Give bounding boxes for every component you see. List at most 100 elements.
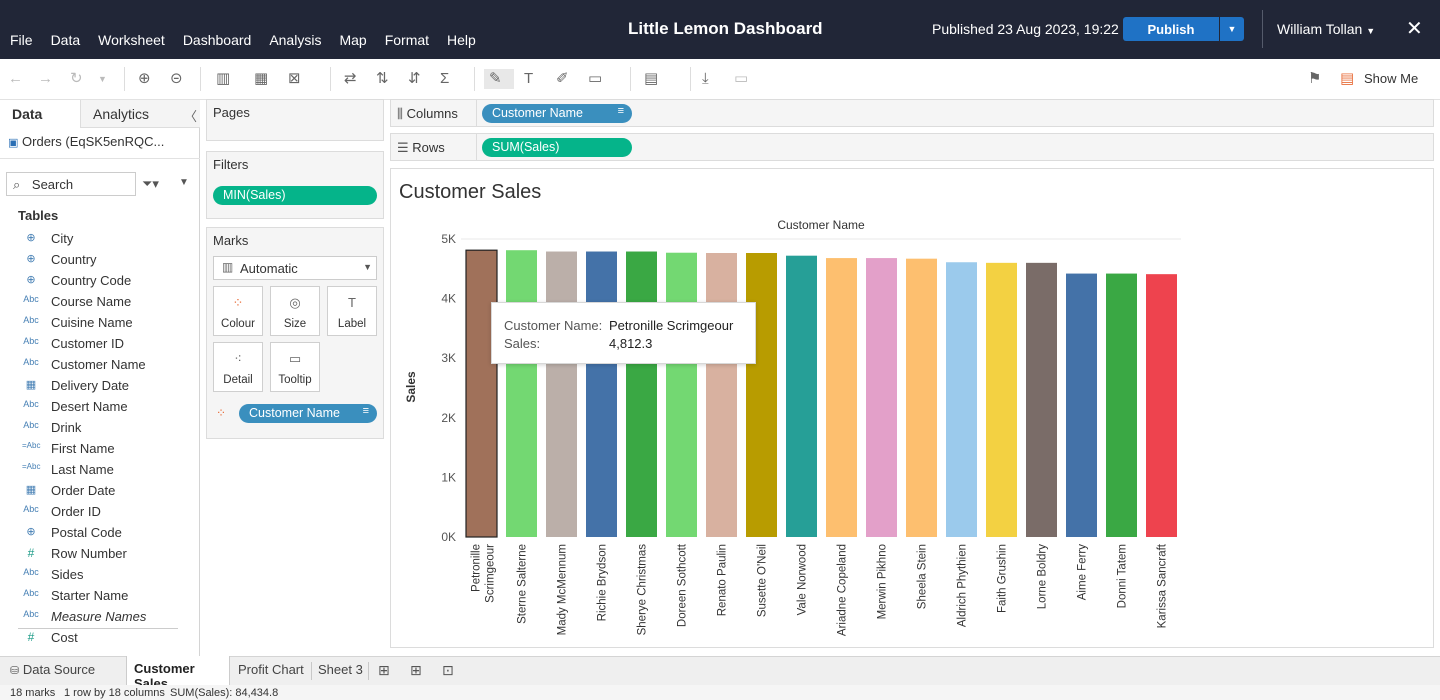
menu-map[interactable]: Map [339, 32, 366, 48]
field-item[interactable]: Abc Customer Name [0, 354, 199, 375]
marks-pill-customer-name[interactable]: Customer Name ≡ [239, 404, 377, 423]
datasource-item[interactable]: ▣ Orders (EqSK5enRQC... [8, 134, 164, 149]
rows-shelf[interactable]: ☰ Rows SUM(Sales) [390, 133, 1434, 161]
field-item[interactable]: Abc Course Name [0, 291, 199, 312]
field-item[interactable]: Abc Desert Name [0, 396, 199, 417]
menu-file[interactable]: File [10, 32, 33, 48]
tab-profit-chart[interactable]: Profit Chart [238, 662, 304, 677]
field-item[interactable]: ▦ Delivery Date [0, 375, 199, 396]
undo-icon[interactable]: ← [8, 69, 23, 89]
field-item[interactable]: # Row Number [0, 543, 199, 564]
field-item[interactable]: Abc Measure Names [0, 606, 199, 627]
show-labels-icon[interactable]: ▤ [644, 69, 658, 89]
bar[interactable] [1066, 273, 1097, 537]
field-item[interactable]: Abc Customer ID [0, 333, 199, 354]
chevron-down-icon[interactable]: ▼ [179, 177, 189, 188]
annotate-icon[interactable]: ✐ [556, 69, 569, 89]
menu-worksheet[interactable]: Worksheet [98, 32, 165, 48]
filter-pill-min-sales[interactable]: MIN(Sales) [213, 186, 377, 205]
bar[interactable] [1146, 274, 1177, 537]
close-icon[interactable]: ✕ [1406, 16, 1423, 41]
menu-dashboard[interactable]: Dashboard [183, 32, 252, 48]
format-painter-icon[interactable]: ⚑ [1308, 69, 1321, 89]
menu-analysis[interactable]: Analysis [269, 32, 321, 48]
bar[interactable] [1106, 273, 1137, 537]
field-item[interactable]: ⊕ City [0, 228, 199, 249]
size-button[interactable]: ◎ Size [270, 286, 320, 336]
field-item[interactable]: ⊕ Country [0, 249, 199, 270]
colour-button[interactable]: ⁘ Colour [213, 286, 263, 336]
menu-help[interactable]: Help [447, 32, 476, 48]
swap-axes-icon[interactable]: ⇄ [344, 69, 357, 89]
field-item[interactable]: Abc Drink [0, 417, 199, 438]
detail-button[interactable]: ⁖ Detail [213, 342, 263, 392]
field-item[interactable]: Abc Starter Name [0, 585, 199, 606]
bar[interactable] [786, 255, 817, 538]
totals-icon[interactable]: Σ [440, 69, 449, 89]
bar[interactable] [706, 253, 737, 538]
publish-button[interactable]: Publish [1123, 17, 1219, 41]
columns-pill-customer-name[interactable]: Customer Name ≡ [482, 104, 632, 123]
bar[interactable] [546, 251, 577, 537]
replay-dropdown-icon[interactable]: ▼ [98, 69, 107, 89]
bar[interactable] [986, 262, 1017, 537]
fit-icon[interactable]: ▭ [588, 69, 602, 89]
replay-icon[interactable]: ↻ [70, 69, 83, 89]
user-menu[interactable]: William Tollan ▼ [1277, 21, 1375, 37]
filter-icon[interactable]: ⏷▾ [142, 176, 159, 192]
bar[interactable] [866, 258, 897, 537]
tab-data[interactable]: Data [0, 100, 80, 128]
label-button[interactable]: T Label [327, 286, 377, 336]
tab-sheet-3[interactable]: Sheet 3 [318, 662, 363, 677]
field-item[interactable]: # Cost [0, 627, 199, 648]
tab-customer-sales[interactable]: Customer Sales [126, 656, 230, 691]
bar[interactable] [666, 252, 697, 537]
tooltip-button[interactable]: ▭ Tooltip [270, 342, 320, 392]
bar[interactable] [906, 258, 937, 537]
new-sheet-icon[interactable]: ▥ [216, 69, 230, 89]
menu-data[interactable]: Data [51, 32, 81, 48]
new-worksheet-icon[interactable]: ⊞ [378, 662, 390, 679]
mark-type-select[interactable]: ▥ Automatic ▼ [213, 256, 377, 280]
field-item[interactable]: =Abc First Name [0, 438, 199, 459]
bar-chart[interactable]: Customer Name Sales 0K 1K 2K 3K 4K 5K Petronille… [391, 169, 1433, 647]
tab-analytics[interactable]: Analytics [80, 100, 200, 128]
highlight-icon[interactable]: ✎ [484, 69, 514, 89]
clear-sheet-icon[interactable]: ⊠ [288, 69, 301, 89]
bar[interactable] [746, 253, 777, 538]
duplicate-sheet-icon[interactable]: ▦ [254, 69, 268, 89]
redo-icon[interactable]: → [38, 69, 53, 89]
rows-pill-sum-sales[interactable]: SUM(Sales) [482, 138, 632, 157]
field-item[interactable]: ⊕ Country Code [0, 270, 199, 291]
data-source-tab[interactable]: ⛁ Data Source [10, 662, 95, 677]
sort-descending-icon[interactable]: ⇵ [408, 69, 421, 89]
pause-updates-icon[interactable]: ⊝ [170, 69, 183, 89]
bar[interactable] [465, 249, 498, 538]
field-item[interactable]: ▦ Order Date [0, 480, 199, 501]
bar[interactable] [826, 258, 857, 537]
bar[interactable] [946, 262, 977, 537]
bar[interactable] [506, 250, 537, 537]
search-input[interactable]: ⌕ Search [6, 172, 136, 196]
bar[interactable] [586, 251, 617, 537]
publish-dropdown-icon[interactable]: ▼ [1220, 17, 1244, 41]
new-datasource-icon[interactable]: ⊕ [138, 69, 151, 89]
bar[interactable] [626, 251, 657, 537]
sort-ascending-icon[interactable]: ⇅ [376, 69, 389, 89]
new-dashboard-icon[interactable]: ⊞ [410, 662, 422, 679]
download-icon[interactable]: ⤓ [702, 69, 709, 89]
text-label-icon[interactable]: T [524, 69, 533, 89]
show-me-button[interactable]: Show Me [1364, 71, 1418, 86]
field-item[interactable]: =Abc Last Name [0, 459, 199, 480]
columns-shelf[interactable]: ⫼ Columns Customer Name ≡ [390, 99, 1434, 127]
field-item[interactable]: ⊕ Postal Code [0, 522, 199, 543]
field-item[interactable]: Abc Sides [0, 564, 199, 585]
collapse-pane-icon[interactable]: 〈 [184, 106, 197, 125]
viz-area[interactable]: Customer Sales Customer Name Sales 0K 1K 2K 3… [390, 168, 1434, 648]
field-item[interactable]: Abc Cuisine Name [0, 312, 199, 333]
bar[interactable] [1026, 262, 1057, 537]
new-story-icon[interactable]: ⊡ [442, 662, 454, 679]
show-me-icon[interactable]: ▤ [1340, 69, 1354, 89]
presentation-icon[interactable]: ▭ [734, 69, 748, 89]
field-item[interactable]: Abc Order ID [0, 501, 199, 522]
